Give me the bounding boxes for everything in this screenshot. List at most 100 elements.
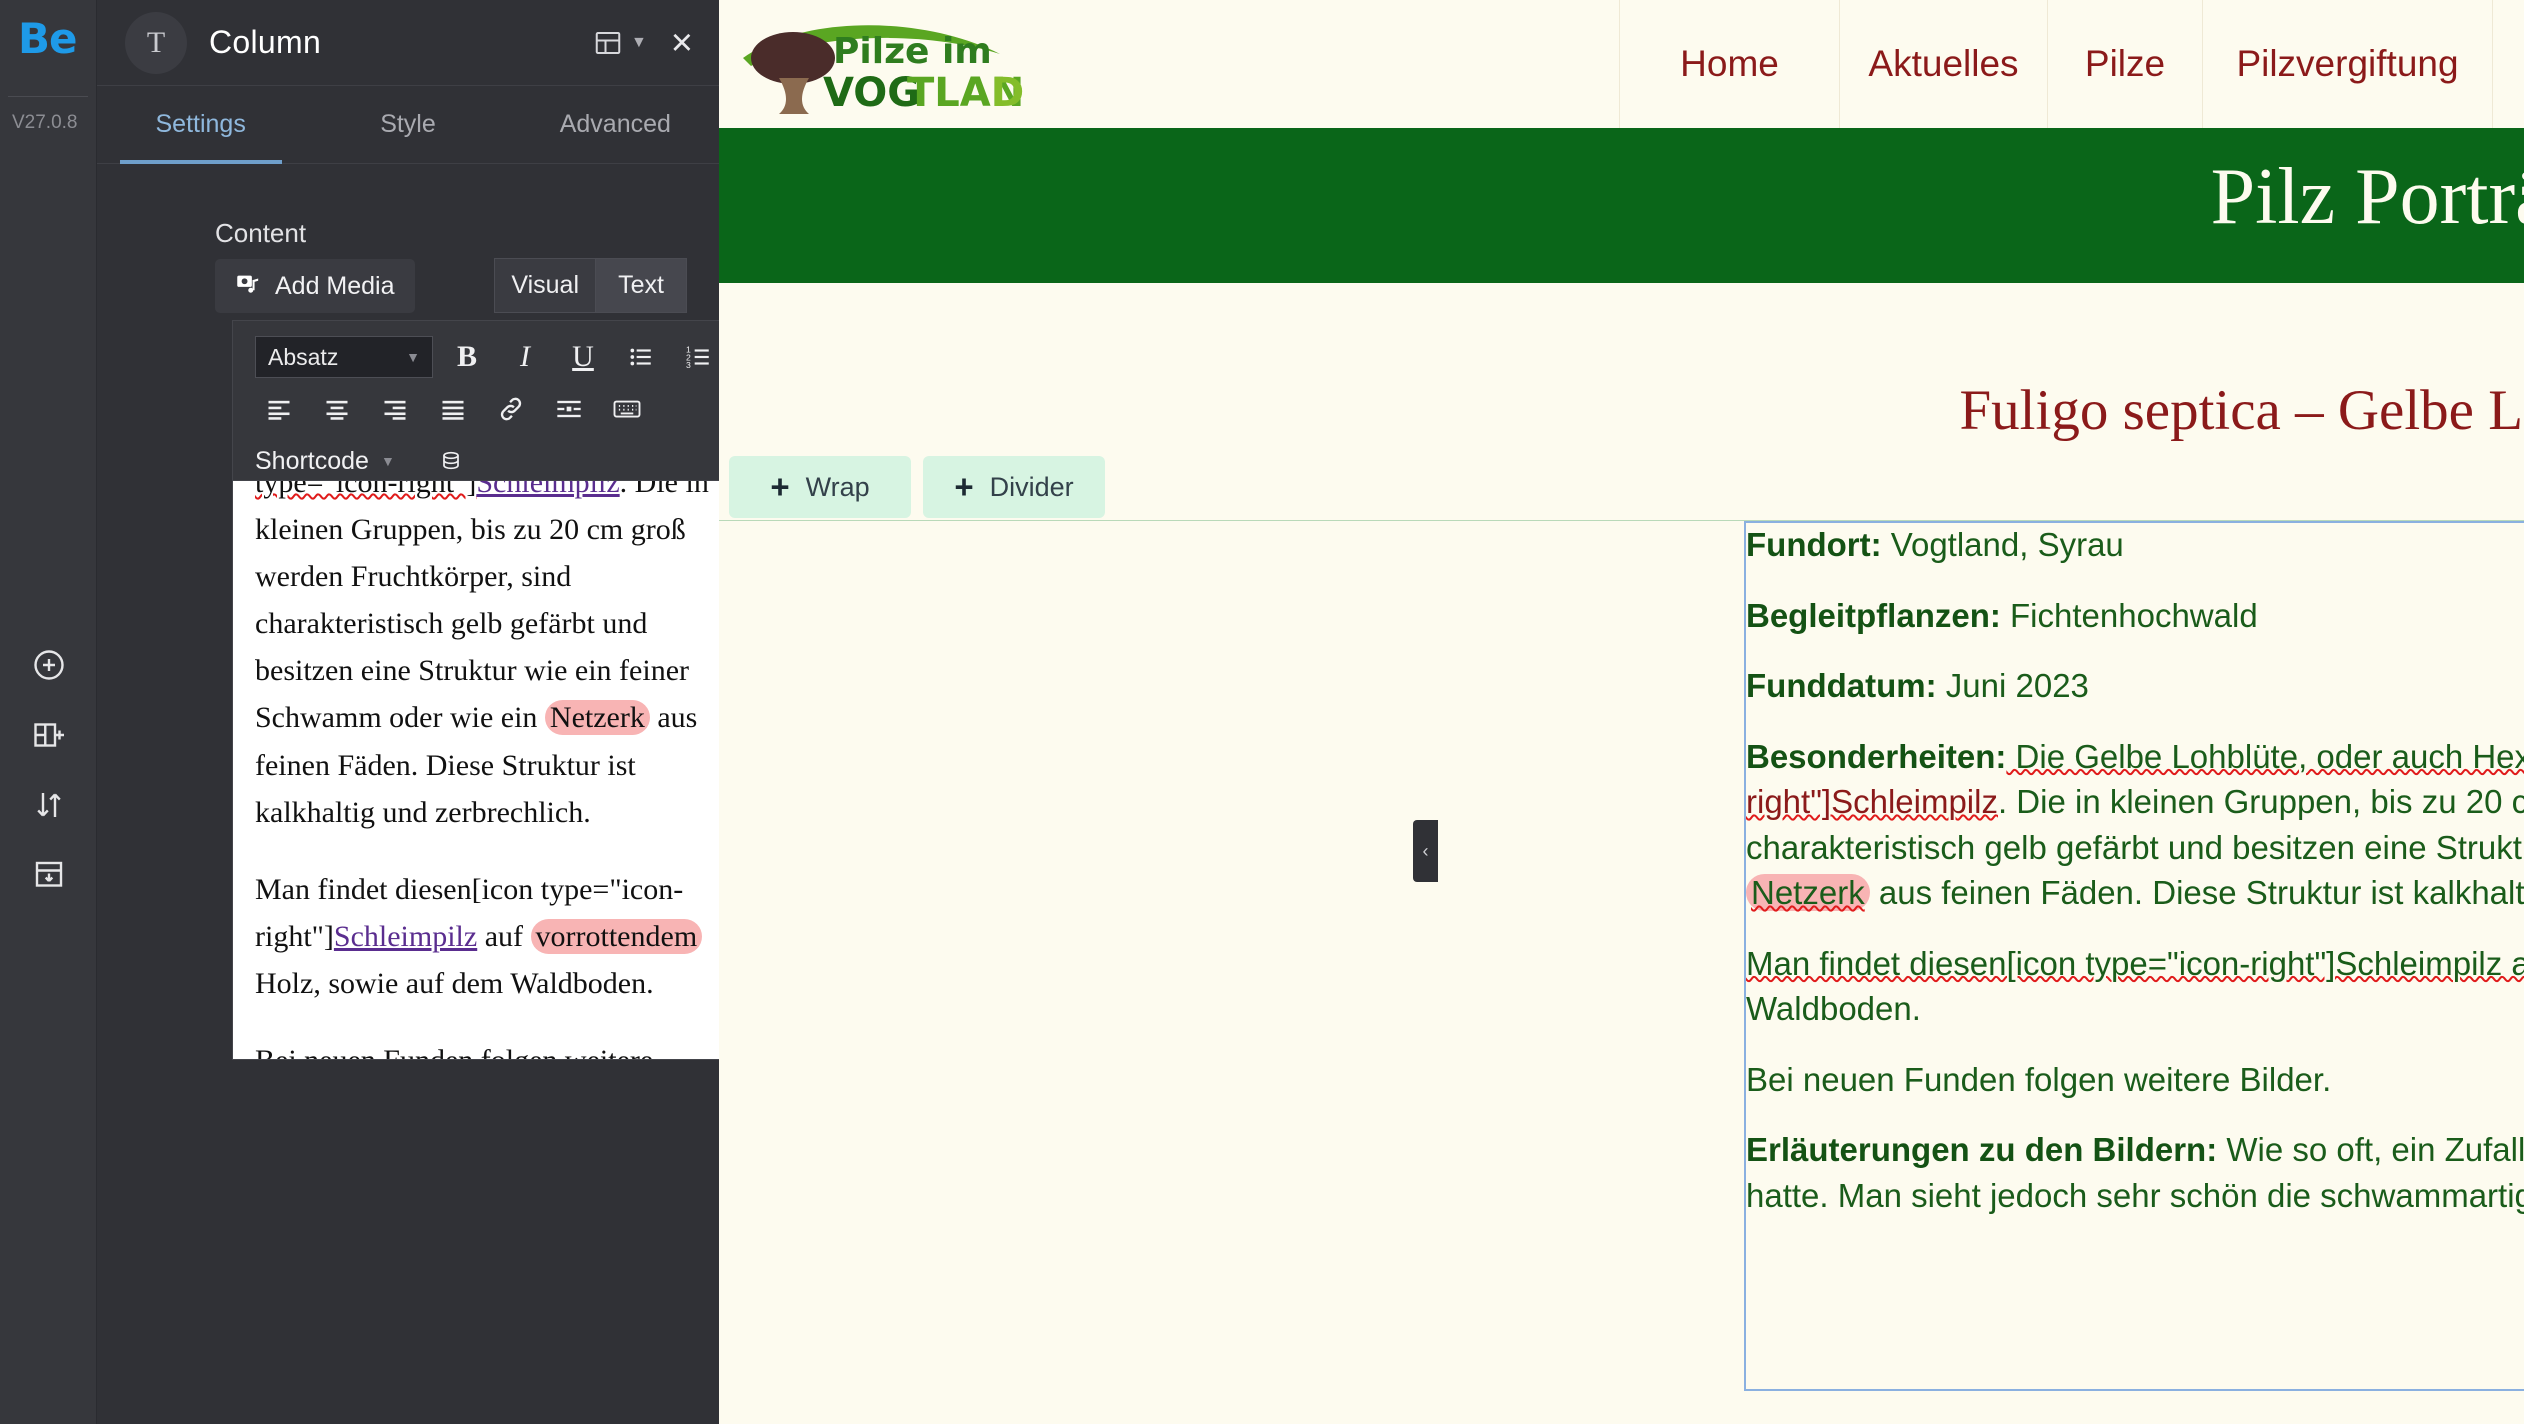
align-justify-button[interactable] [429, 387, 477, 431]
panel-header-actions: ▼ × [593, 24, 719, 62]
editor-content[interactable]: type="icon-right"]Schleimpilz. Die in kl… [233, 480, 763, 1059]
numbered-list-button[interactable]: 1 2 3 [675, 335, 723, 379]
add-wrap-button[interactable]: + Wrap [729, 456, 911, 518]
editor-paragraph-2: Man findet diesen[icon type="icon-right"… [255, 866, 741, 1007]
add-divider-button[interactable]: + Divider [923, 456, 1105, 518]
underline-button[interactable]: U [559, 335, 607, 379]
article-bilder: Bei neuen Funden folgen weitere Bilder. [1746, 1060, 2332, 1098]
nav-label: Aktuelles [1868, 43, 2019, 84]
editor-p2-link[interactable]: Schleimpilz [334, 920, 477, 953]
italic-button[interactable]: I [501, 335, 549, 379]
svg-text:3: 3 [686, 360, 691, 370]
nav-item-home[interactable]: Home [1619, 0, 1839, 128]
add-circle-icon[interactable] [0, 630, 97, 700]
fundort-value: Vogtland, Syrau [1881, 526, 2124, 563]
nav-label: Pilze [2084, 43, 2166, 84]
editor-p1-link[interactable]: Schleimpilz [476, 481, 619, 499]
article-fundort: Fundort: Vogtland, Syrau [1746, 522, 2524, 568]
toolbar-row-2 [233, 383, 793, 435]
read-more-button[interactable] [545, 387, 593, 431]
builder-insert-buttons: + Wrap + Divider [729, 456, 1105, 518]
besonder-red: right"]Schleimpilz [1746, 783, 1998, 821]
text-module-icon: T [125, 11, 187, 74]
format-select[interactable]: Absatz ▼ [255, 336, 433, 378]
align-center-button[interactable] [313, 387, 361, 431]
tab-settings[interactable]: Settings [97, 86, 304, 163]
reorder-icon[interactable] [0, 770, 97, 840]
editor-p1-b: . Die in kleinen Gruppen, bis zu 20 cm g… [255, 480, 709, 735]
editor-mode-toggle: Visual Text [494, 258, 687, 313]
chevron-down-icon: ▼ [380, 453, 395, 469]
editor-paragraph-1: type="icon-right"]Schleimpilz. Die in kl… [255, 480, 741, 836]
left-rail: Be V27.0.8 [0, 0, 97, 1424]
toolbar-row-1: Absatz ▼ B I U 1 2 3 [233, 331, 793, 383]
editor-p2-b: auf [477, 919, 531, 953]
editor-p2-highlight: vorrottendem [530, 918, 703, 954]
besonder-a: Die Gelbe Lohblüte, oder auch Hexenbutte… [2015, 737, 2524, 775]
module-settings-panel: T Column ▼ × Settings Style Advanced Con… [97, 0, 794, 1424]
funddatum-value: Juni 2023 [1936, 667, 2089, 705]
add-column-icon[interactable] [0, 700, 97, 770]
media-icon [235, 270, 262, 302]
besonder-highlight: Netzerk [1746, 874, 1870, 912]
builder-logo: Be [18, 14, 77, 63]
editor-p1-a: type="icon-right"] [255, 480, 477, 499]
panel-collapse-toggle[interactable]: ‹ [1413, 820, 1438, 882]
article-content: Fundort: Vogtland, Syrau Begleitpflanzen… [1746, 522, 2524, 1243]
rail-icon-group [0, 630, 97, 910]
panel-title: Column [209, 24, 322, 60]
svg-text:D: D [991, 70, 1024, 116]
nav-item-bedienung[interactable]: Bedienung [2492, 0, 2524, 128]
besonder-c: aus feinen Fäden. Diese Struktur ist kal… [1878, 874, 2524, 912]
version-label: V27.0.8 [12, 112, 78, 133]
besonder-label: Besonderheiten: [1746, 737, 2007, 775]
man-a: Man findet diesen[icon type="icon-right"… [1746, 944, 2524, 982]
chevron-down-icon: ▼ [406, 349, 420, 365]
nav-label: Home [1680, 43, 1779, 84]
nav-label: Pilzvergiftung [2236, 43, 2459, 84]
article-begleitpflanzen: Begleitpflanzen: Fichtenhochwald [1746, 593, 2524, 639]
site-header: Pilze im VOG TLAN D Home Aktuelles Pilze… [719, 0, 2524, 128]
plus-icon: + [954, 468, 974, 505]
nav-item-aktuelles[interactable]: Aktuelles [1839, 0, 2047, 128]
nav-item-pilze[interactable]: Pilze [2047, 0, 2202, 128]
database-icon[interactable] [427, 439, 475, 483]
add-media-label: Add Media [275, 271, 395, 300]
wrap-label: Wrap [805, 471, 870, 502]
keyboard-shortcuts-icon[interactable] [603, 387, 651, 431]
svg-text:Pilze im: Pilze im [833, 31, 992, 72]
editor-paragraph-3: Bei neuen Funden folgen weitere Bilder. [255, 1037, 741, 1059]
page-subtitle: Fuligo septica – Gelbe Lohblüte [1959, 379, 2524, 442]
bold-button[interactable]: B [443, 335, 491, 379]
erlaut-label: Erläuterungen zu den Bildern: [1746, 1131, 2218, 1169]
editor-p2-c: Holz, sowie auf dem Waldboden. [255, 966, 654, 1000]
panel-tabs: Settings Style Advanced [97, 86, 719, 164]
visual-mode-tab[interactable]: Visual [494, 258, 595, 313]
close-icon[interactable]: × [671, 24, 693, 62]
tab-style[interactable]: Style [304, 86, 511, 163]
page-title: Pilz Porträts [2210, 153, 2524, 241]
align-left-button[interactable] [255, 387, 303, 431]
format-select-value: Absatz [268, 343, 339, 370]
content-section-label: Content [215, 218, 307, 248]
article-funddatum: Funddatum: Juni 2023 [1746, 663, 2524, 709]
site-nav: Home Aktuelles Pilze Pilzvergiftung Bedi… [1619, 0, 2524, 128]
add-media-button[interactable]: Add Media [215, 259, 415, 313]
text-mode-tab[interactable]: Text [595, 258, 687, 313]
save-template-icon[interactable] [0, 840, 97, 910]
shortcode-dropdown[interactable]: Shortcode ▼ [255, 447, 395, 476]
align-right-button[interactable] [371, 387, 419, 431]
tab-advanced[interactable]: Advanced [512, 86, 719, 163]
fundort-label: Fundort: [1746, 526, 1882, 563]
nav-item-pilzvergiftung[interactable]: Pilzvergiftung [2202, 0, 2492, 128]
site-preview: Pilze im VOG TLAN D Home Aktuelles Pilze… [719, 0, 2524, 1424]
bullet-list-button[interactable] [617, 335, 665, 379]
site-logo[interactable]: Pilze im VOG TLAN D [735, 6, 1025, 116]
begleit-label: Begleitpflanzen: [1746, 596, 2001, 634]
link-icon[interactable] [487, 387, 535, 431]
svg-text:VOG: VOG [823, 70, 920, 116]
funddatum-label: Funddatum: [1746, 667, 1937, 705]
text-editor-area[interactable]: type="icon-right"]Schleimpilz. Die in kl… [232, 480, 794, 1060]
chevron-down-icon[interactable]: ▼ [631, 34, 647, 52]
layout-icon[interactable] [593, 28, 623, 58]
